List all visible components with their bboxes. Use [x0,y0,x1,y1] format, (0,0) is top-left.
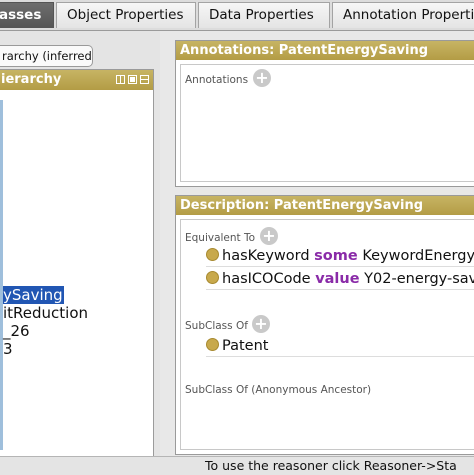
axiom-keyword: value [315,271,360,287]
tree-item-label: itReduction [3,304,89,322]
axiom-filler: Y02-energy-sav [364,271,474,287]
axiom-class: Patent [222,338,269,354]
description-panel: Description: PatentEnergySaving Equivale… [175,195,474,455]
tree-item-label: 3 [3,340,13,358]
axiom-divider [206,289,474,290]
class-tree[interactable]: ySaving itReduction _26 3 [0,100,153,450]
tree-item-label: _26 [3,322,30,340]
class-hierarchy-panel: ierarchy ySaving itReduction _26 3 [0,69,154,459]
add-subclass-icon[interactable]: + [252,315,270,333]
anonymous-ancestor-label: SubClass Of (Anonymous Ancestor) [185,384,372,396]
axiom-keyword: some [314,248,358,264]
tree-item[interactable]: itReduction [3,304,88,322]
status-bar: To use the reasoner click Reasoner->Sta [0,456,474,475]
tab-label: Annotation Properti [343,7,474,23]
description-header: Description: PatentEnergySaving [176,196,474,215]
class-hierarchy-header: ierarchy [0,70,153,90]
tab-data-properties[interactable]: Data Properties [198,2,330,28]
equivalent-axiom[interactable]: hasKeyword some KeywordEnergyS [206,246,474,266]
subclass-of-label: SubClass Of [185,320,248,332]
tab-object-properties[interactable]: Object Properties [56,2,196,28]
tab-classes[interactable]: asses [0,2,54,28]
tree-item[interactable]: _26 [3,322,30,340]
axiom-divider [206,266,474,267]
class-hierarchy-title: ierarchy [1,72,62,87]
tab-label: Object Properties [67,7,184,23]
add-equivalent-icon[interactable]: + [260,227,278,245]
subclass-axiom[interactable]: Patent [206,336,474,356]
tree-item-label: ySaving [3,286,63,304]
tree-item-selected[interactable]: ySaving [3,286,64,304]
add-sibling-icon[interactable] [128,75,137,84]
axiom-bullet-icon [206,271,219,284]
axiom-bullet-icon [206,248,219,261]
add-subclass-icon[interactable] [116,75,125,84]
annotations-panel: Annotations: PatentEnergySaving Annotati… [175,40,474,187]
description-title: Description: PatentEnergySaving [180,198,424,213]
axiom-property: hasKeyword [222,248,310,264]
tab-annotation-properties[interactable]: Annotation Properti [332,2,474,28]
axiom-bullet-icon [206,338,219,351]
status-text: To use the reasoner click Reasoner->Sta [205,458,457,473]
tab-label: asses [0,7,42,23]
delete-class-icon[interactable] [140,75,149,84]
description-body: Equivalent To + hasKeyword some KeywordE… [180,219,474,450]
tree-item[interactable]: 3 [3,340,13,358]
equivalent-axiom[interactable]: hasICOCode value Y02-energy-sav [206,269,474,289]
equivalent-to-label: Equivalent To [185,232,256,244]
annotations-body: Annotations + [180,64,474,182]
axiom-property: hasICOCode [222,271,311,287]
subtab-label: rarchy (inferred) [2,49,93,63]
tab-bar: asses Object Properties Data Properties … [0,0,474,31]
class-hierarchy-area: rarchy (inferred) ierarchy ySaving itRed… [0,31,160,459]
add-annotation-icon[interactable]: + [253,69,271,87]
axiom-divider [206,356,474,357]
annotations-label: Annotations [185,74,249,86]
annotations-title: Annotations: PatentEnergySaving [180,43,429,58]
axiom-filler: KeywordEnergyS [362,248,474,264]
tab-label: Data Properties [209,7,314,23]
inferred-hierarchy-tab[interactable]: rarchy (inferred) [0,45,93,67]
annotations-header: Annotations: PatentEnergySaving [176,41,474,60]
